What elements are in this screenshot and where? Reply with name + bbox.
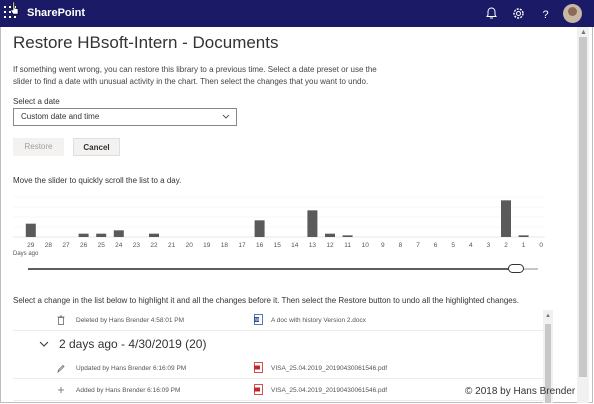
page-scrollbar-thumb[interactable] (579, 37, 587, 377)
chart-bar[interactable] (149, 233, 159, 237)
gear-icon[interactable] (511, 6, 526, 21)
activity-chart: 29 28 27 26 25 24 23 22 21 20 19 18 17 16 15 14 13 12 11 10… (13, 196, 545, 249)
chart-bar[interactable] (342, 235, 353, 237)
chart-tick-label: 5 (451, 242, 455, 249)
slider-instruction: Move the slider to quickly scroll the li… (13, 176, 182, 185)
chart-bar[interactable] (254, 220, 265, 237)
chart-tick-label: 26 (80, 242, 88, 249)
page-scrollbar[interactable]: ▲ (577, 27, 589, 403)
chart-tick-label: 7 (416, 242, 420, 249)
watermark: © 2018 by Hans Brender (465, 386, 576, 397)
chart-bar[interactable] (307, 210, 318, 237)
page-description: If something went wrong, you can restore… (13, 65, 377, 86)
chart-tick-label: 12 (326, 242, 334, 249)
chart-bar[interactable] (518, 235, 529, 237)
change-file-name: VISA_25.04.2019_20190430061546.pdf (271, 387, 388, 394)
bell-icon[interactable] (484, 6, 499, 21)
chart-tick-label: 18 (221, 242, 229, 249)
chart-tick-label: 22 (150, 242, 158, 249)
chart-tick-label: 25 (98, 242, 106, 249)
chart-bar[interactable] (78, 233, 89, 237)
list-item[interactable]: Deleted by Hans Brender 4:58:01 PM W A d… (13, 310, 543, 331)
page-title: Restore HBsoft-Intern - Documents (13, 33, 279, 52)
chart-tick-label: 6 (434, 242, 438, 249)
chart-tick-label: 8 (399, 242, 403, 249)
change-author: Added by Hans Brender 6:16:09 PM (76, 387, 181, 394)
change-file-name: VISA_25.04.2019_20190430061546.pdf (271, 365, 388, 372)
change-group-title: 2 days ago - 4/30/2019 (20) (59, 337, 207, 351)
pdf-file-icon (254, 384, 263, 395)
chart-tick-label: 15 (274, 242, 282, 249)
date-preset-dropdown[interactable]: Custom date and time (13, 108, 237, 126)
day-slider-fill (28, 268, 516, 270)
trash-icon (57, 315, 65, 325)
chart-tick-label: 16 (256, 242, 264, 249)
restore-button[interactable]: Restore (13, 138, 64, 156)
chevron-down-icon (222, 114, 230, 119)
list-instruction: Select a change in the list below to hig… (13, 296, 519, 305)
day-slider-thumb[interactable] (507, 264, 524, 273)
chart-tick-label: 1 (522, 242, 526, 249)
chart-tick-label: 29 (27, 242, 35, 249)
svg-text:?: ? (543, 9, 549, 21)
suite-bar: SharePoint ? (0, 0, 594, 27)
chart-tick-label: 14 (291, 242, 299, 249)
chart-tick-label: 28 (45, 242, 53, 249)
hand-cursor-icon (10, 2, 19, 15)
change-group-header[interactable]: 2 days ago - 4/30/2019 (20) (13, 334, 543, 354)
pdf-file-icon (254, 362, 263, 373)
chevron-down-icon[interactable] (39, 340, 49, 348)
chart-tick-label: 11 (344, 242, 351, 249)
change-author: Updated by Hans Brender 6:16:09 PM (76, 365, 187, 372)
chart-tick-label: 20 (186, 242, 194, 249)
chart-tick-label: 21 (168, 242, 176, 249)
chart-bar[interactable] (501, 200, 511, 237)
help-icon[interactable]: ? (538, 6, 553, 21)
list-item[interactable]: Added by Hans Brender 6:16:09 PM VISA_25… (13, 380, 543, 401)
word-file-icon: W (254, 314, 263, 325)
chart-tick-label: 17 (238, 242, 246, 249)
chart-bar[interactable] (25, 223, 36, 237)
chart-tick-label: 23 (133, 242, 141, 249)
avatar[interactable] (563, 4, 582, 23)
chart-tick-label: 4 (469, 242, 473, 249)
pencil-icon (57, 364, 65, 373)
chart-tick-label: 9 (381, 242, 385, 249)
chart-tick-label: 24 (115, 242, 123, 249)
change-file-name: A doc with history Version 2.docx (271, 317, 367, 324)
change-author: Deleted by Hans Brender 4:58:01 PM (76, 317, 185, 324)
chart-bar[interactable] (113, 230, 124, 237)
chart-tick-label: 3 (487, 242, 491, 249)
cancel-button[interactable]: Cancel (73, 138, 120, 156)
chart-tick-label: 13 (309, 242, 317, 249)
chart-bar[interactable] (96, 233, 107, 237)
days-ago-label: Days ago (13, 251, 39, 257)
scroll-up-icon[interactable]: ▲ (545, 313, 551, 319)
scroll-up-icon[interactable]: ▲ (580, 29, 587, 36)
chart-bar[interactable] (325, 233, 335, 237)
chart-tick-label: 10 (362, 242, 370, 249)
date-preset-value: Custom date and time (21, 112, 100, 121)
plus-icon (58, 387, 64, 393)
list-item[interactable]: Updated by Hans Brender 6:16:09 PM VISA_… (13, 358, 543, 379)
chart-tick-label: 2 (504, 242, 508, 249)
chart-tick-label: 19 (203, 242, 211, 249)
app-brand[interactable]: SharePoint (27, 7, 85, 19)
chart-tick-label: 27 (62, 242, 70, 249)
select-date-label: Select a date (13, 97, 60, 106)
chart-tick-label: 0 (539, 242, 543, 249)
